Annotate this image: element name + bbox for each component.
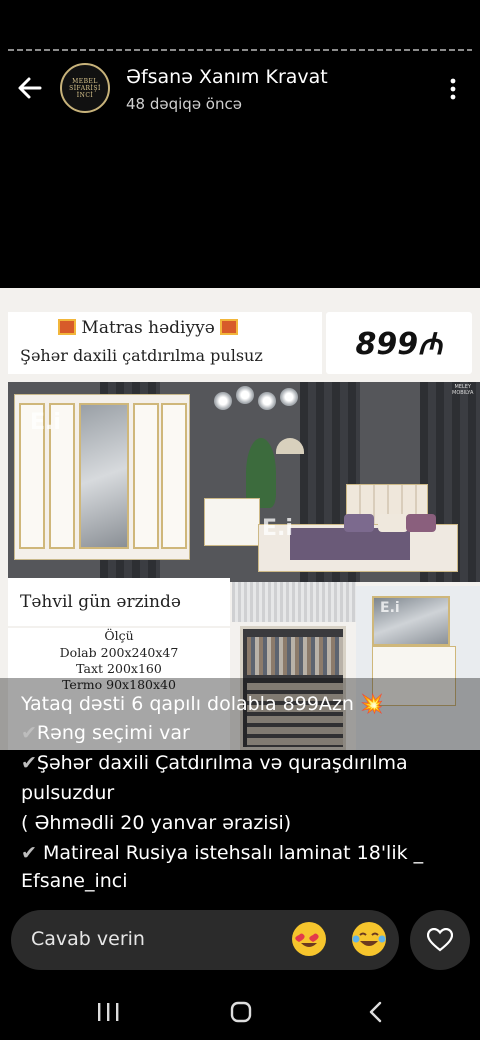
clothes-rack [295, 637, 343, 675]
pillow [378, 514, 408, 532]
avatar[interactable]: MEBEL SİFARİŞİ İNCİ [60, 63, 110, 113]
story-progress-bar [8, 49, 472, 51]
caption-line-5: ( Əhmədli 20 yanvar ərazisi) [21, 812, 292, 834]
pillow [406, 514, 436, 532]
home-icon[interactable] [221, 998, 261, 1026]
rug [232, 582, 356, 622]
back-nav-icon[interactable] [356, 998, 396, 1026]
price-label: 899₼ [355, 327, 443, 362]
chandelier [214, 386, 300, 420]
checkmark-icon: ✔ [21, 722, 37, 744]
watermark: E.i [380, 600, 400, 616]
checkmark-icon: ✔ [21, 752, 37, 774]
caption-line-7: Efsane_inci [21, 870, 128, 892]
spec-bed: Taxt 200x160 [76, 661, 162, 676]
more-vertical-icon[interactable] [448, 78, 458, 100]
wardrobe-door [133, 403, 159, 549]
delivery-text: Təhvil gün ərzində [20, 592, 181, 612]
account-name[interactable]: Əfsanə Xanım Kravat [126, 66, 328, 88]
avatar-text-2: SİFARİŞİ [69, 84, 101, 92]
caption-line-4: pulsuzdur [21, 782, 115, 804]
reply-placeholder: Cavab verin [31, 928, 145, 950]
checkmark-icon: ✔ [21, 842, 37, 864]
bed-blanket [290, 528, 410, 560]
pillow [344, 514, 374, 532]
caption-text-6: Matireal Rusiya istehsalı laminat 18'lik… [36, 842, 424, 864]
caption-line-2: ✔Rəng seçimi var [21, 722, 190, 744]
promo-line-1: Matras hədiyyə [58, 318, 239, 338]
promo-line-2: Şəhər daxili çatdırılma pulsuz [20, 346, 263, 365]
avatar-text-1: MEBEL [72, 77, 98, 85]
caption-line-1: Yataq dəsti 6 qapılı dolabla 899Azn 💥 [21, 693, 384, 715]
wardrobe-mirror [79, 403, 129, 549]
gift-icon [220, 319, 239, 335]
vanity-table [204, 498, 260, 546]
watermark: E.i [262, 516, 293, 541]
like-button[interactable] [410, 910, 470, 970]
tears-of-joy-emoji-icon[interactable] [352, 922, 386, 956]
arrow-left-icon[interactable] [16, 74, 44, 102]
caption-text-2: Rəng seçimi var [36, 722, 190, 744]
promo-text-1: Matras hədiyyə [81, 318, 215, 338]
gift-icon [58, 319, 76, 335]
spec-heading: Ölçü [104, 628, 134, 643]
watermark: E.i [30, 410, 61, 435]
brand-line-2: MOBILYA [452, 390, 474, 396]
spec-wardrobe: Dolab 200x240x47 [59, 645, 179, 660]
heart-eyes-emoji-icon[interactable] [292, 922, 326, 956]
recent-apps-icon[interactable] [88, 998, 128, 1026]
brand-logo: MELEY MOBILYA [452, 384, 473, 396]
clothes-rack [247, 637, 295, 675]
caption-line-3: ✔Şəhər daxili Çatdırılma və quraşdırılma [21, 752, 408, 774]
post-time: 48 dəqiqə öncə [126, 95, 242, 113]
caption-line-6: ✔ Matireal Rusiya istehsalı laminat 18'l… [21, 842, 423, 864]
avatar-text-3: İNCİ [76, 91, 94, 99]
caption-text-3: Şəhər daxili Çatdırılma və quraşdırılma [36, 752, 408, 774]
wardrobe-door [161, 403, 187, 549]
heart-icon [427, 928, 453, 952]
